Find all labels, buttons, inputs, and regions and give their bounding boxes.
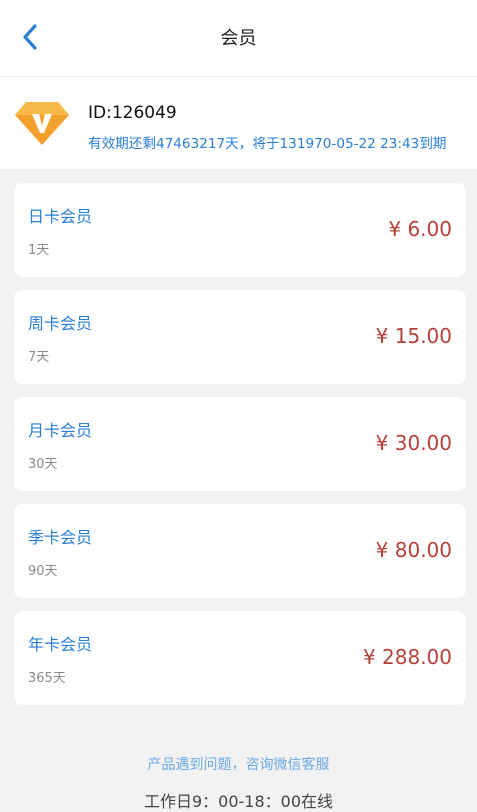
plan-card-quarter[interactable]: 季卡会员 90天 ¥ 80.00 bbox=[14, 504, 466, 598]
plan-card-year[interactable]: 年卡会员 365天 ¥ 288.00 bbox=[14, 611, 466, 705]
plan-price: ¥ 6.00 bbox=[388, 217, 452, 241]
membership-plan-list: 日卡会员 1天 ¥ 6.00 周卡会员 7天 ¥ 15.00 月卡会员 30天 … bbox=[14, 183, 466, 718]
plan-price: ¥ 30.00 bbox=[375, 431, 452, 455]
plan-duration: 7天 bbox=[28, 350, 50, 365]
member-expiry-notice: 有效期还剩47463217天，将于131970-05-22 23:43到期 bbox=[88, 136, 447, 152]
plan-name: 年卡会员 bbox=[28, 635, 93, 654]
plan-price: ¥ 288.00 bbox=[362, 645, 452, 669]
plan-price: ¥ 15.00 bbox=[375, 324, 452, 348]
member-id: ID:126049 bbox=[88, 103, 177, 123]
working-hours-text: 工作日9：00-18：00在线 bbox=[143, 792, 334, 811]
top-nav-bar: 会员 bbox=[0, 0, 477, 77]
plan-name: 周卡会员 bbox=[28, 314, 93, 333]
plan-card-month[interactable]: 月卡会员 30天 ¥ 30.00 bbox=[14, 397, 466, 491]
plan-duration: 365天 bbox=[28, 671, 66, 686]
plan-name: 月卡会员 bbox=[28, 421, 93, 440]
plan-card-day[interactable]: 日卡会员 1天 ¥ 6.00 bbox=[14, 183, 466, 277]
plan-card-week[interactable]: 周卡会员 7天 ¥ 15.00 bbox=[14, 290, 466, 384]
plan-duration: 30天 bbox=[28, 457, 58, 472]
plan-name: 季卡会员 bbox=[28, 528, 93, 547]
vip-diamond-icon bbox=[14, 99, 70, 147]
plan-duration: 90天 bbox=[28, 564, 58, 579]
plan-duration: 1天 bbox=[28, 243, 50, 258]
customer-service-link[interactable]: 产品遇到问题，咨询微信客服 bbox=[0, 754, 477, 774]
plan-name: 日卡会员 bbox=[28, 207, 93, 226]
plan-price: ¥ 80.00 bbox=[375, 538, 452, 562]
member-info-panel: ID:126049 有效期还剩47463217天，将于131970-05-22 … bbox=[0, 77, 477, 169]
page-title: 会员 bbox=[220, 28, 257, 49]
